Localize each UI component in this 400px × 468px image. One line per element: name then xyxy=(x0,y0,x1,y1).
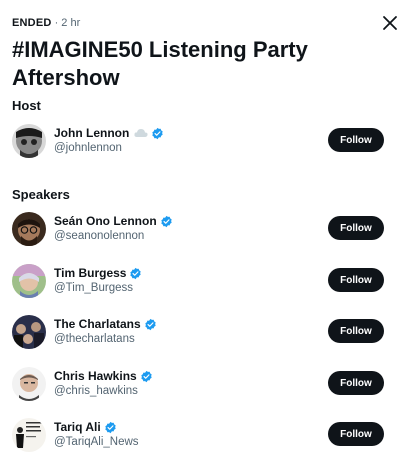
close-icon xyxy=(383,16,397,30)
speakers-section-label: Speakers xyxy=(12,187,70,202)
speaker-name[interactable]: The Charlatans xyxy=(54,317,141,331)
ended-status: ENDED xyxy=(12,17,52,29)
time-ago: · 2 hr xyxy=(54,17,81,29)
avatar[interactable] xyxy=(12,212,46,246)
avatar[interactable] xyxy=(12,367,46,401)
speaker-name[interactable]: Tariq Ali xyxy=(54,420,101,434)
status-row: ENDED · 2 hr xyxy=(12,17,80,29)
speaker-handle: @thecharlatans xyxy=(54,333,135,345)
follow-button[interactable]: Follow xyxy=(328,319,384,343)
verified-badge-icon xyxy=(140,370,153,383)
follow-button[interactable]: Follow xyxy=(328,371,384,395)
speaker-name[interactable]: Chris Hawkins xyxy=(54,369,137,383)
verified-badge-icon xyxy=(104,421,117,434)
speaker-handle: @TariqAli_News xyxy=(54,436,139,448)
space-title: #IMAGINE50 Listening Party Aftershow xyxy=(12,37,308,90)
speaker-handle: @chris_hawkins xyxy=(54,385,138,397)
verified-badge-icon xyxy=(144,318,157,331)
host-name[interactable]: John Lennon xyxy=(54,126,129,140)
verified-badge-icon xyxy=(129,267,142,280)
speaker-row: The Charlatans @thecharlatans Follow xyxy=(0,315,400,355)
follow-button[interactable]: Follow xyxy=(328,216,384,240)
follow-button[interactable]: Follow xyxy=(328,128,384,152)
speaker-row: Tim Burgess @Tim_Burgess Follow xyxy=(0,264,400,304)
cloud-icon xyxy=(134,128,148,138)
speaker-handle: @Tim_Burgess xyxy=(54,282,133,294)
follow-button[interactable]: Follow xyxy=(328,422,384,446)
speaker-name[interactable]: Seán Ono Lennon xyxy=(54,214,157,228)
close-button[interactable] xyxy=(380,13,400,33)
follow-button[interactable]: Follow xyxy=(328,268,384,292)
avatar[interactable] xyxy=(12,124,46,158)
speaker-row: Seán Ono Lennon @seanonolennon Follow xyxy=(0,212,400,252)
speaker-row: Chris Hawkins @chris_hawkins Follow xyxy=(0,367,400,407)
verified-badge-icon xyxy=(160,215,173,228)
avatar[interactable] xyxy=(12,315,46,349)
avatar[interactable] xyxy=(12,418,46,452)
verified-badge-icon xyxy=(151,127,164,140)
speaker-row: Tariq Ali @TariqAli_News Follow xyxy=(0,418,400,458)
host-section-label: Host xyxy=(12,98,41,113)
host-row: John Lennon @johnlennon Follow xyxy=(0,124,400,164)
speaker-handle: @seanonolennon xyxy=(54,230,145,242)
host-handle: @johnlennon xyxy=(54,142,122,154)
avatar[interactable] xyxy=(12,264,46,298)
speaker-name[interactable]: Tim Burgess xyxy=(54,266,126,280)
